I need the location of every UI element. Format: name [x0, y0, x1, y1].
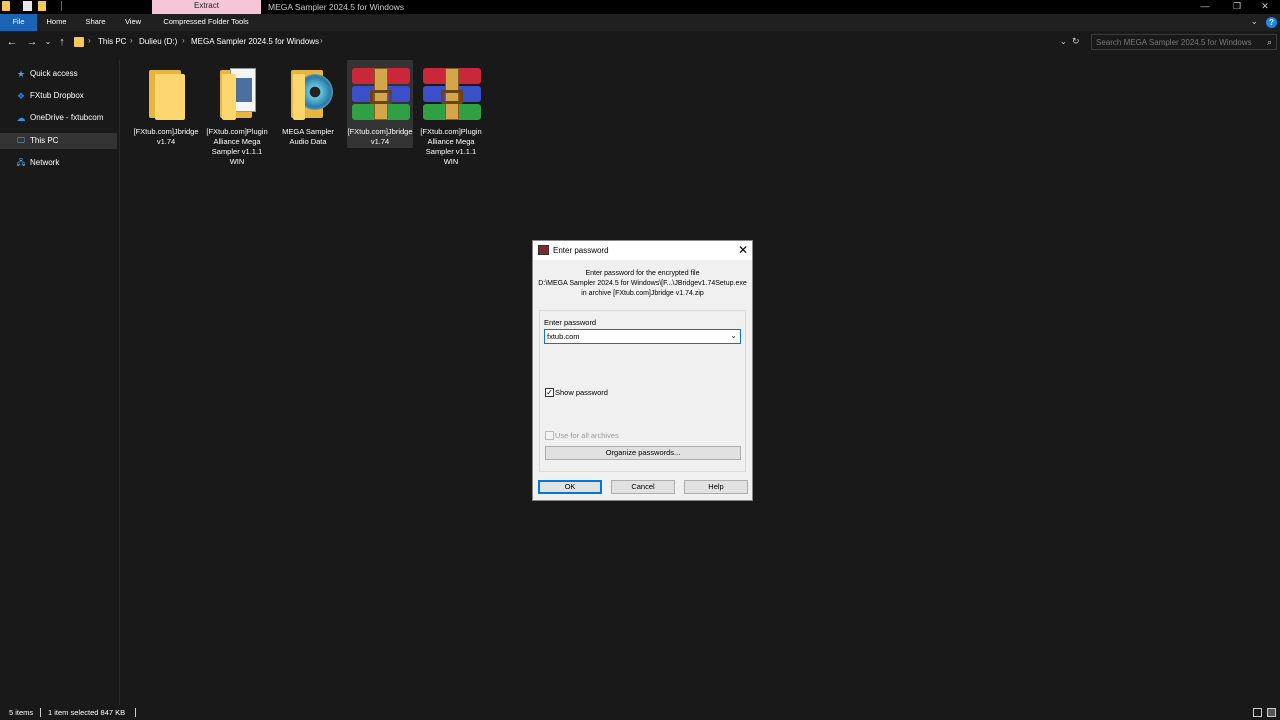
chevron-down-icon[interactable]: ⌄ — [730, 331, 737, 340]
breadcrumb-current-folder[interactable]: MEGA Sampler 2024.5 for Windows — [191, 37, 319, 46]
help-button[interactable]: Help — [684, 480, 748, 494]
tab-compressed-folder-tools[interactable]: Compressed Folder Tools — [155, 14, 257, 31]
breadcrumb-drive[interactable]: Dulieu (D:) — [139, 37, 177, 46]
details-view-icon[interactable] — [1253, 708, 1262, 717]
status-divider — [40, 708, 41, 717]
dropbox-icon: ❖ — [16, 91, 26, 101]
file-item[interactable]: [FXtub.com]Jbridge v1.74 — [133, 60, 199, 170]
dialog-title-bar[interactable]: Enter password ✕ — [533, 241, 752, 260]
sidebar-item-this-pc[interactable]: 🖵 This PC — [0, 133, 117, 149]
status-bar: 5 items 1 item selected 847 KB — [0, 705, 1280, 720]
recent-locations-button[interactable]: ⌄ — [41, 34, 55, 50]
back-button[interactable]: ← — [5, 34, 19, 50]
minimize-button[interactable]: — — [1190, 0, 1220, 14]
password-field-label: Enter password — [544, 318, 597, 327]
show-password-label: Show password — [555, 388, 608, 397]
enter-password-dialog: Enter password ✕ Enter password for the … — [532, 240, 753, 501]
file-name: [FXtub.com]Jbridge v1.74 — [347, 127, 413, 146]
dialog-message-line: Enter password for the encrypted file — [585, 270, 700, 277]
file-name: [FXtub.com]Plugin Alliance Mega Sampler … — [206, 127, 268, 166]
folder-disc-icon — [283, 64, 333, 120]
dialog-title: Enter password — [553, 246, 609, 255]
folder-icon — [74, 37, 84, 47]
breadcrumb-separator: › — [182, 36, 185, 45]
computer-icon: 🖵 — [17, 136, 25, 145]
dialog-file-path: D:\MEGA Sampler 2024.5 for Windows\[F...… — [538, 280, 747, 287]
ok-button[interactable]: OK — [538, 480, 602, 494]
file-item[interactable]: [FXtub.com]Plugin Alliance Mega Sampler … — [204, 60, 270, 170]
sidebar-item-label: This PC — [30, 136, 59, 145]
cloud-icon: ☁ — [16, 113, 26, 123]
breadcrumb-separator: › — [320, 36, 323, 45]
file-item-selected[interactable]: [FXtub.com]Jbridge v1.74 — [347, 60, 413, 148]
ribbon-collapse-icon[interactable]: ⌄ — [1250, 16, 1258, 27]
sidebar-item-label: Network — [30, 158, 60, 167]
file-item[interactable]: MEGA Sampler Audio Data — [275, 60, 341, 170]
close-button[interactable]: ✕ — [1250, 0, 1280, 14]
sidebar-item-onedrive[interactable]: ☁ OneDrive - fxtubcom — [0, 110, 117, 126]
star-icon: ★ — [16, 69, 26, 79]
file-name: [FXtub.com]Plugin Alliance Mega Sampler … — [420, 127, 482, 166]
folder-icon — [141, 64, 191, 120]
status-selection: 1 item selected 847 KB — [48, 708, 126, 717]
sidebar-item-network[interactable]: 🖧 Network — [0, 155, 117, 171]
breadcrumb-this-pc[interactable]: This PC — [98, 37, 126, 46]
cancel-button[interactable]: Cancel — [611, 480, 675, 494]
breadcrumb-separator: › — [130, 36, 133, 45]
up-button[interactable]: ↑ — [55, 34, 69, 50]
help-icon[interactable]: ? — [1266, 17, 1277, 28]
quick-access-folder-icon[interactable] — [2, 1, 10, 11]
tab-view[interactable]: View — [117, 14, 149, 31]
sidebar-item-quick-access[interactable]: ★ Quick access — [0, 66, 117, 82]
sidebar-item-label: Quick access — [30, 69, 78, 78]
use-for-all-archives-checkbox[interactable] — [545, 431, 554, 440]
address-dropdown-icon[interactable]: ⌄ — [1060, 37, 1067, 46]
large-icons-view-icon[interactable] — [1267, 708, 1276, 717]
ribbon-tabs: File Home Share View Compressed Folder T… — [0, 14, 1280, 31]
network-icon: 🖧 — [16, 158, 26, 167]
folder-document-icon — [212, 64, 262, 120]
refresh-icon[interactable]: ↻ — [1072, 36, 1080, 47]
sidebar-item-label: FXtub Dropbox — [30, 91, 84, 100]
tab-file[interactable]: File — [0, 14, 37, 31]
tab-home[interactable]: Home — [40, 14, 73, 31]
search-placeholder: Search MEGA Sampler 2024.5 for Windows — [1096, 38, 1252, 47]
password-combobox[interactable]: ⌄ — [544, 329, 741, 344]
dialog-close-icon[interactable]: ✕ — [738, 243, 748, 257]
window-title: MEGA Sampler 2024.5 for Windows — [268, 2, 405, 12]
properties-icon[interactable] — [23, 1, 32, 11]
search-icon: ⌕ — [1266, 37, 1272, 47]
winrar-icon — [538, 245, 549, 255]
title-bar: Extract MEGA Sampler 2024.5 for Windows … — [0, 0, 1280, 14]
winrar-archive-icon — [352, 64, 410, 120]
file-name: [FXtub.com]Jbridge v1.74 — [133, 127, 199, 146]
restore-button[interactable]: ❐ — [1222, 0, 1252, 14]
use-for-all-archives-label: Use for all archives — [555, 431, 619, 440]
forward-button[interactable]: → — [25, 34, 39, 50]
status-item-count: 5 items — [9, 708, 34, 717]
breadcrumb-separator: › — [88, 36, 91, 45]
dialog-archive-name: in archive [FXtub.com]Jbridge v1.74.zip — [581, 290, 704, 297]
address-row: ← → ⌄ ↑ › This PC › Dulieu (D:) › MEGA S… — [0, 33, 1280, 51]
tab-share[interactable]: Share — [79, 14, 112, 31]
show-password-checkbox[interactable]: ✓ — [545, 388, 554, 397]
password-input[interactable] — [547, 331, 725, 342]
file-name: MEGA Sampler Audio Data — [282, 127, 334, 146]
toolbar-divider — [61, 1, 62, 11]
navigation-pane: ★ Quick access ❖ FXtub Dropbox ☁ OneDriv… — [0, 60, 120, 705]
sidebar-item-dropbox[interactable]: ❖ FXtub Dropbox — [0, 88, 117, 104]
status-divider — [135, 708, 136, 717]
address-bar[interactable]: › This PC › Dulieu (D:) › MEGA Sampler 2… — [70, 34, 1083, 50]
extract-contextual-tab[interactable]: Extract — [152, 0, 261, 14]
winrar-archive-icon — [423, 64, 481, 120]
sidebar-item-label: OneDrive - fxtubcom — [30, 113, 104, 122]
organize-passwords-button[interactable]: Organize passwords... — [545, 446, 741, 460]
search-input[interactable]: Search MEGA Sampler 2024.5 for Windows ⌕ — [1091, 34, 1277, 50]
file-item[interactable]: [FXtub.com]Plugin Alliance Mega Sampler … — [418, 60, 484, 170]
new-folder-icon[interactable] — [38, 1, 46, 11]
